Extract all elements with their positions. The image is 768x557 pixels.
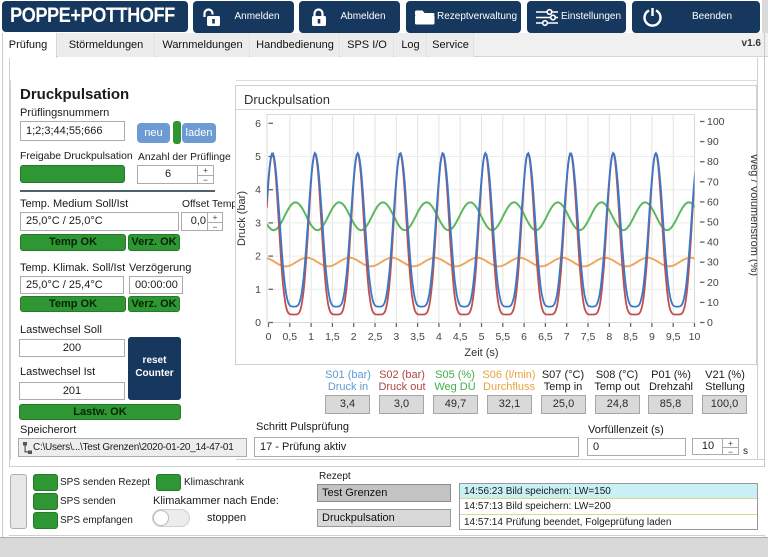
svg-text:6: 6	[255, 118, 261, 130]
svg-text:4,5: 4,5	[453, 331, 468, 343]
svg-text:7: 7	[564, 331, 570, 343]
svg-text:4: 4	[255, 184, 261, 196]
svg-text:2,5: 2,5	[368, 331, 383, 343]
svg-text:1,5: 1,5	[325, 331, 340, 343]
svg-text:3: 3	[393, 331, 399, 343]
svg-text:5,5: 5,5	[495, 331, 510, 343]
svg-text:0: 0	[255, 317, 261, 329]
svg-text:Druck (bar): Druck (bar)	[236, 191, 248, 246]
svg-text:2: 2	[255, 251, 261, 263]
svg-text:0,5: 0,5	[282, 331, 297, 343]
svg-text:70: 70	[707, 176, 719, 188]
svg-text:8,5: 8,5	[623, 331, 638, 343]
svg-text:9,5: 9,5	[666, 331, 681, 343]
svg-text:2: 2	[351, 331, 357, 343]
svg-text:100: 100	[707, 116, 725, 128]
svg-text:40: 40	[707, 237, 719, 249]
svg-text:60: 60	[707, 196, 719, 208]
svg-text:9: 9	[649, 331, 655, 343]
svg-text:3: 3	[255, 217, 261, 229]
svg-text:5: 5	[479, 331, 485, 343]
svg-text:1: 1	[255, 284, 261, 296]
svg-text:Weg / Volumenstrom (%): Weg / Volumenstrom (%)	[748, 154, 757, 276]
svg-text:6: 6	[521, 331, 527, 343]
svg-text:0: 0	[707, 317, 713, 329]
svg-text:90: 90	[707, 136, 719, 148]
svg-text:3,5: 3,5	[410, 331, 425, 343]
svg-text:50: 50	[707, 217, 719, 229]
svg-text:0: 0	[266, 331, 272, 343]
svg-text:6,5: 6,5	[538, 331, 553, 343]
svg-text:30: 30	[707, 257, 719, 269]
svg-text:10: 10	[707, 297, 719, 309]
svg-text:20: 20	[707, 277, 719, 289]
svg-text:4: 4	[436, 331, 442, 343]
svg-text:Zeit (s): Zeit (s)	[464, 347, 498, 359]
svg-text:5: 5	[255, 151, 261, 163]
svg-text:7,5: 7,5	[581, 331, 596, 343]
svg-text:8: 8	[606, 331, 612, 343]
svg-text:1: 1	[308, 331, 314, 343]
svg-text:10: 10	[689, 331, 701, 343]
svg-text:80: 80	[707, 156, 719, 168]
